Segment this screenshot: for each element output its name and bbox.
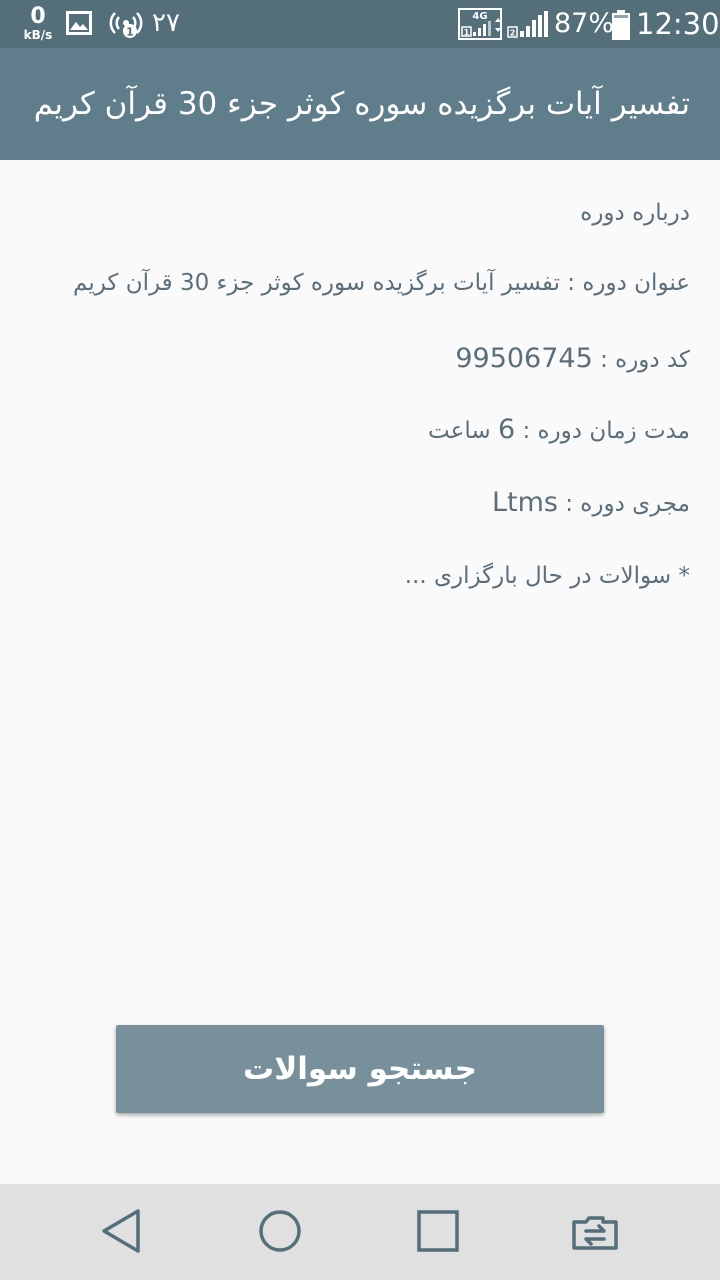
app-bar: تفسیر آیات برگزیده سوره کوثر جزء 30 قرآن… [0,48,720,160]
questions-loading-note: * سوالات در حال بارگزاری ... [404,563,690,589]
course-code-label: کد دوره : [600,347,690,373]
status-date: ۲۷ [152,8,180,38]
course-details: درباره دوره عنوان دوره : تفسیر آیات برگز… [30,195,690,594]
course-duration-row: مدت زمان دوره : 6 ساعت [30,412,690,449]
course-instructor-value: Ltms [491,487,558,518]
home-icon[interactable] [255,1206,305,1256]
battery-icon [612,10,630,40]
course-instructor-row: مجری دوره : Ltms [30,485,690,522]
search-questions-button[interactable]: جستجو سوالات [116,1025,604,1113]
network-speed: 0 kB/s [18,4,58,42]
about-course-heading: درباره دوره [580,200,690,226]
page-title: تفسیر آیات برگزیده سوره کوثر جزء 30 قرآن… [33,86,690,122]
signal-4g-icon: 4G 1 [458,8,502,40]
course-title-value: تفسیر آیات برگزیده سوره کوثر جزء 30 قرآن… [73,270,560,296]
course-code-row: کد دوره : 99506745 [30,341,690,378]
status-time: 12:30 [636,7,720,41]
navigation-bar [0,1184,720,1280]
signal-sim2-icon: 2 [507,11,548,38]
course-duration-unit: ساعت [428,418,491,444]
battery-percent: 87% [554,8,615,39]
hotspot-sim-number: 1 [126,26,134,39]
course-title-label: عنوان دوره : [567,270,690,296]
hotspot-icon: 1 [109,12,143,39]
sim2-number: 2 [510,29,516,38]
status-bar: 0 kB/s 1 ۲۷ 4G 1 2 87% 12:30 [0,0,720,48]
course-instructor-label: مجری دوره : [565,491,690,517]
network-type-label: 4G [472,11,487,22]
recents-icon[interactable] [413,1206,463,1256]
course-title-row: عنوان دوره : تفسیر آیات برگزیده سوره کوث… [30,265,690,301]
sim1-number: 1 [464,28,470,37]
back-icon[interactable] [96,1206,146,1256]
course-code-value: 99506745 [455,343,593,374]
switch-sim-icon[interactable] [570,1206,620,1256]
course-duration-value: 6 [497,414,516,445]
network-speed-value: 0 [30,4,46,29]
course-duration-label: مدت زمان دوره : [522,418,690,444]
network-speed-unit: kB/s [23,28,53,42]
gallery-icon [66,11,92,35]
